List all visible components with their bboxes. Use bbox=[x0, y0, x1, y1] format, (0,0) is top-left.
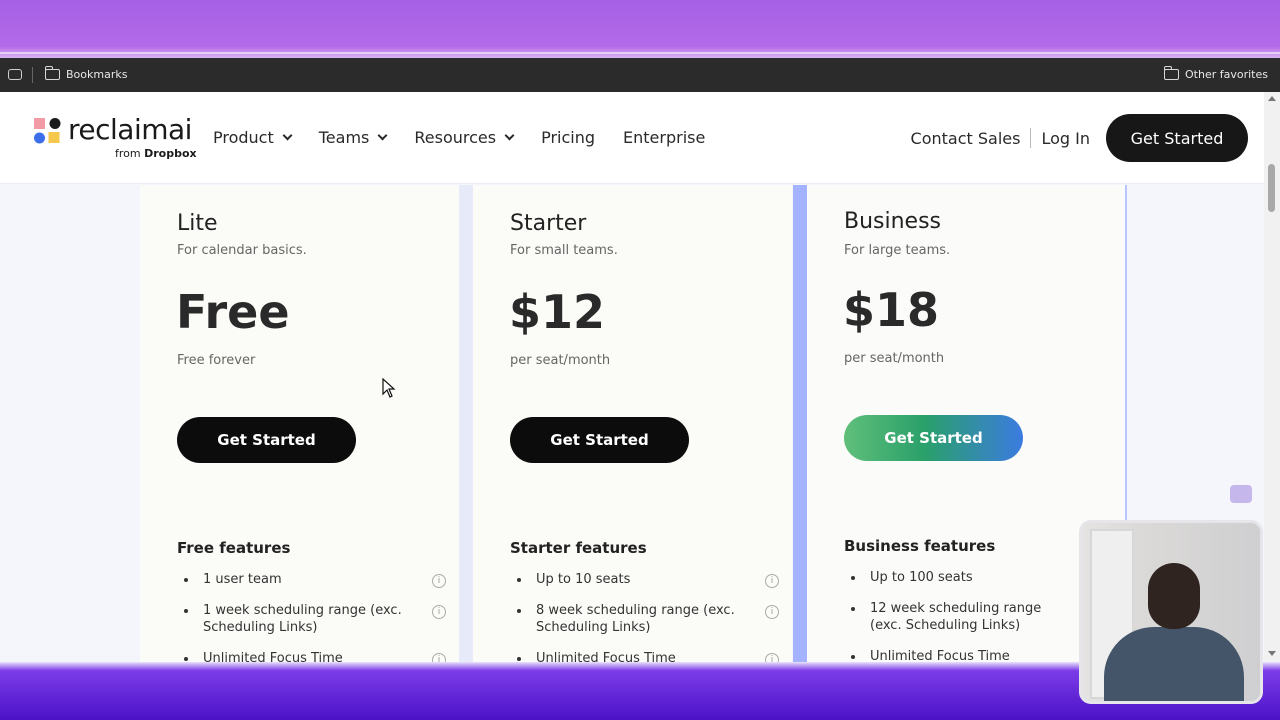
column-gap bbox=[459, 185, 473, 662]
webcam-person-head bbox=[1148, 563, 1200, 629]
feature-text: Unlimited Focus Time bbox=[203, 651, 343, 662]
features-list: Up to 10 seats i 8 week scheduling range … bbox=[517, 571, 779, 662]
header-get-started-button[interactable]: Get Started bbox=[1106, 114, 1248, 162]
feature-text: 1 week scheduling range (exc. Scheduling… bbox=[203, 603, 402, 635]
folder-icon bbox=[1164, 66, 1180, 80]
plan-name: Lite bbox=[177, 211, 218, 236]
info-icon[interactable]: i bbox=[765, 605, 779, 619]
feature-item: 1 user team i bbox=[184, 571, 446, 588]
feature-text: 8 week scheduling range (exc. Scheduling… bbox=[536, 603, 735, 635]
plan-subtitle: For large teams. bbox=[844, 243, 951, 258]
plan-price-note: Free forever bbox=[177, 353, 256, 368]
bookmarks-folder-label: Bookmarks bbox=[66, 68, 128, 81]
chevron-down-icon bbox=[504, 130, 515, 140]
folder-icon bbox=[45, 66, 60, 80]
nav-enterprise[interactable]: Enterprise bbox=[623, 128, 705, 147]
nav-teams[interactable]: Teams bbox=[318, 128, 388, 147]
nav-label: Resources bbox=[414, 128, 497, 147]
chevron-down-icon bbox=[377, 130, 388, 140]
feature-item: Unlimited Focus Time bbox=[851, 648, 1061, 662]
reclaim-logo[interactable]: reclaimai from Dropbox bbox=[33, 113, 198, 162]
webcam-overlay bbox=[1079, 520, 1263, 704]
other-favorites-label: Other favorites bbox=[1185, 68, 1268, 81]
scroll-down-arrow-icon[interactable] bbox=[1268, 651, 1276, 656]
scrollbar-thumb[interactable] bbox=[1268, 164, 1275, 212]
features-title: Business features bbox=[844, 537, 996, 555]
features-title: Free features bbox=[177, 539, 291, 557]
plan-card-starter: Starter For small teams. $12 per seat/mo… bbox=[473, 185, 792, 662]
info-icon[interactable]: i bbox=[765, 653, 779, 662]
header-actions: Contact Sales Log In Get Started bbox=[901, 114, 1248, 162]
feature-item: 12 week scheduling range (exc. Schedulin… bbox=[851, 600, 1061, 634]
vertical-scrollbar[interactable] bbox=[1264, 92, 1280, 662]
logo-subtitle: from Dropbox bbox=[115, 147, 197, 160]
nav-product[interactable]: Product bbox=[213, 128, 293, 147]
info-icon[interactable]: i bbox=[432, 653, 446, 662]
top-frame bbox=[0, 0, 1280, 58]
plan-price: $12 bbox=[509, 285, 606, 339]
nav-label: Teams bbox=[318, 128, 370, 147]
nav-label: Product bbox=[213, 128, 274, 147]
feature-text: 1 user team bbox=[203, 572, 282, 587]
plan-price: Free bbox=[176, 285, 290, 339]
plan-name: Starter bbox=[510, 211, 587, 236]
get-started-business-button[interactable]: Get Started bbox=[844, 415, 1023, 461]
plan-price-note: per seat/month bbox=[510, 353, 611, 368]
plan-card-lite: Lite For calendar basics. Free Free fore… bbox=[140, 185, 459, 662]
logo-wordmark: reclaimai bbox=[68, 113, 192, 146]
nav-pricing[interactable]: Pricing bbox=[541, 128, 595, 147]
feature-item: 8 week scheduling range (exc. Scheduling… bbox=[517, 602, 779, 636]
info-icon[interactable]: i bbox=[765, 574, 779, 588]
plan-name: Business bbox=[844, 209, 942, 234]
scroll-up-arrow-icon[interactable] bbox=[1268, 96, 1276, 101]
main-nav: Product Teams Resources Pricing Enterpri… bbox=[213, 128, 733, 147]
features-list: 1 user team i 1 week scheduling range (ex… bbox=[184, 571, 446, 662]
feature-text: Unlimited Focus Time bbox=[870, 649, 1010, 662]
chat-widget-icon[interactable] bbox=[1230, 485, 1252, 503]
nav-label: Pricing bbox=[541, 128, 596, 147]
feature-item: Up to 100 seats bbox=[851, 569, 1061, 586]
bookmarks-bar: Bookmarks Other favorites bbox=[0, 58, 1280, 92]
feature-text: Unlimited Focus Time bbox=[536, 651, 676, 662]
plan-price: $18 bbox=[843, 283, 940, 337]
logo-sub-brand: Dropbox bbox=[144, 147, 197, 160]
plan-price-note: per seat/month bbox=[844, 351, 945, 366]
login-link[interactable]: Log In bbox=[1031, 129, 1100, 148]
webcam-person-body bbox=[1104, 627, 1244, 701]
feature-item: 1 week scheduling range (exc. Scheduling… bbox=[184, 602, 446, 636]
feature-text: 12 week scheduling range (exc. Schedulin… bbox=[870, 601, 1042, 633]
tab-actions-icon[interactable] bbox=[8, 69, 22, 80]
features-list: Up to 100 seats 12 week scheduling range… bbox=[851, 569, 1061, 662]
other-favorites-folder[interactable]: Other favorites bbox=[1164, 66, 1268, 81]
info-icon[interactable]: i bbox=[432, 574, 446, 588]
chevron-down-icon bbox=[282, 130, 293, 140]
info-icon[interactable]: i bbox=[432, 605, 446, 619]
feature-item: Up to 10 seats i bbox=[517, 571, 779, 588]
feature-text: Up to 100 seats bbox=[870, 570, 973, 585]
nav-resources[interactable]: Resources bbox=[414, 128, 515, 147]
feature-item: Unlimited Focus Time i bbox=[517, 650, 779, 662]
feature-text: Up to 10 seats bbox=[536, 572, 631, 587]
contact-sales-link[interactable]: Contact Sales bbox=[901, 129, 1031, 148]
bookmarks-folder[interactable]: Bookmarks bbox=[45, 66, 128, 81]
plan-card-business: Business For large teams. $18 per seat/m… bbox=[793, 185, 1127, 662]
plan-subtitle: For small teams. bbox=[510, 243, 618, 258]
site-header: reclaimai from Dropbox Product Teams Res… bbox=[0, 92, 1264, 184]
logo-mark-icon bbox=[34, 118, 61, 144]
plan-subtitle: For calendar basics. bbox=[177, 243, 307, 258]
feature-item: Unlimited Focus Time i bbox=[184, 650, 446, 662]
get-started-lite-button[interactable]: Get Started bbox=[177, 417, 356, 463]
nav-label: Enterprise bbox=[623, 128, 706, 147]
bookmarks-separator bbox=[32, 67, 33, 83]
logo-sub-prefix: from bbox=[115, 147, 145, 160]
get-started-starter-button[interactable]: Get Started bbox=[510, 417, 689, 463]
features-title: Starter features bbox=[510, 539, 647, 557]
